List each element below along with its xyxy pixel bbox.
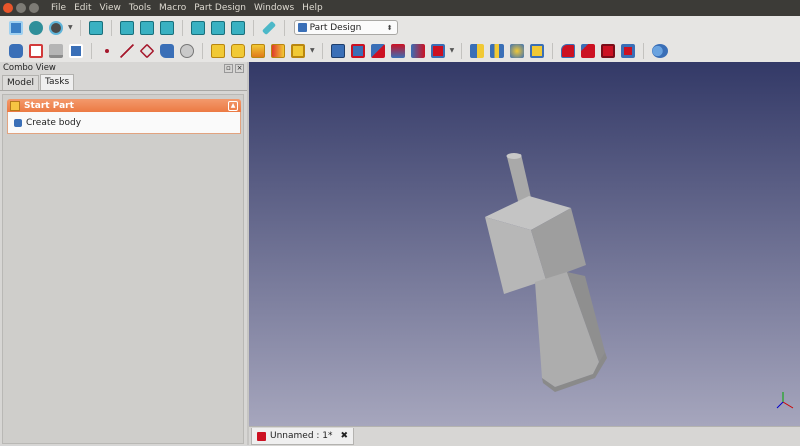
separator (91, 42, 92, 59)
create-body-link[interactable]: Create body (26, 118, 81, 128)
additive-pipe-icon[interactable] (271, 43, 285, 58)
close-icon[interactable]: ✖ (341, 431, 349, 441)
separator (283, 19, 285, 36)
mirrored-icon[interactable] (470, 43, 485, 58)
task-panel-title: Start Part (24, 100, 74, 111)
fit-all-icon[interactable] (9, 20, 23, 35)
menu-macro[interactable]: Macro (155, 0, 190, 16)
view-front-icon[interactable] (119, 20, 134, 35)
view-bottom-icon[interactable] (210, 20, 225, 35)
polar-pattern-icon[interactable] (510, 43, 525, 58)
combo-view-panel: Combo View ▫ × Model Tasks Start Part ▲ … (0, 62, 247, 445)
close-icon[interactable]: × (235, 63, 244, 73)
boolean-icon[interactable] (652, 43, 669, 58)
combo-view-title: Combo View (3, 63, 56, 73)
chamfer-icon[interactable] (581, 43, 596, 58)
menu-help[interactable]: Help (298, 0, 327, 16)
zoom-icon[interactable] (29, 20, 43, 35)
fillet-icon[interactable] (561, 43, 576, 58)
document-tab[interactable]: Unnamed : 1* ✖ (251, 428, 355, 445)
combo-view-titlebar: Combo View ▫ × (0, 62, 247, 74)
chevron-down-icon[interactable]: ▼ (310, 47, 315, 54)
separator (552, 42, 554, 59)
task-panel-body: Create body (7, 112, 241, 134)
chevron-up-icon[interactable]: ▲ (228, 101, 238, 111)
groove-icon[interactable] (370, 43, 385, 58)
updown-arrow-icon: ⬍ (386, 23, 393, 32)
window-close-button[interactable] (3, 3, 13, 13)
create-sketch-icon[interactable] (29, 43, 43, 58)
separator (643, 42, 645, 59)
shape-binder-icon[interactable] (160, 43, 174, 58)
hole-icon[interactable] (350, 43, 365, 58)
clone-icon[interactable] (180, 43, 194, 58)
task-panel-header[interactable]: Start Part ▲ (7, 99, 241, 112)
pocket-icon[interactable] (330, 43, 345, 58)
model-shaft-top (506, 153, 522, 159)
document-tab-label: Unnamed : 1* (270, 431, 333, 441)
window-minimize-button[interactable] (16, 3, 26, 13)
menu-part-design[interactable]: Part Design (190, 0, 250, 16)
chevron-down-icon[interactable]: ▼ (450, 47, 455, 54)
draft-icon[interactable] (601, 43, 616, 58)
menu-view[interactable]: View (96, 0, 125, 16)
workbench-selector[interactable]: Part Design ⬍ (293, 20, 398, 35)
view-right-icon[interactable] (159, 20, 174, 35)
subtractive-box-icon[interactable] (430, 43, 445, 58)
panel-controls: ▫ × (224, 63, 244, 73)
menu-edit[interactable]: Edit (70, 0, 95, 16)
menu-file[interactable]: File (47, 0, 70, 16)
view-left-icon[interactable] (230, 20, 245, 35)
separator (461, 42, 463, 59)
additive-box-icon[interactable] (291, 43, 305, 58)
body-icon (14, 118, 22, 127)
linear-pattern-icon[interactable] (490, 43, 505, 58)
thickness-icon[interactable] (621, 43, 636, 58)
menu-tools[interactable]: Tools (125, 0, 155, 16)
create-body-icon[interactable] (9, 43, 23, 58)
combo-tabs: Model Tasks (0, 74, 247, 91)
datum-line-icon[interactable] (120, 43, 134, 58)
separator (252, 19, 254, 36)
additive-loft-icon[interactable] (251, 43, 265, 58)
subtractive-loft-icon[interactable] (390, 43, 405, 58)
menubar: File Edit View Tools Macro Part Design W… (0, 0, 800, 16)
view-toolbar: ▼ Part Design ⬍ (0, 16, 800, 40)
draw-style-icon[interactable] (49, 20, 63, 35)
tab-model[interactable]: Model (2, 75, 40, 90)
axis-cross-icon (776, 392, 794, 409)
separator (321, 42, 323, 59)
datum-point-icon[interactable] (100, 44, 114, 58)
task-area: Start Part ▲ Create body (2, 94, 244, 444)
measure-icon[interactable] (261, 20, 276, 35)
separator (110, 19, 112, 36)
map-sketch-icon[interactable] (69, 43, 83, 58)
revolution-icon[interactable] (231, 43, 245, 58)
part-design-icon (297, 23, 307, 32)
freecad-document-icon (257, 431, 266, 441)
pad-icon[interactable] (211, 43, 225, 58)
multi-transform-icon[interactable] (530, 43, 545, 58)
menu-windows[interactable]: Windows (250, 0, 298, 16)
separator (202, 42, 203, 59)
view-isometric-icon[interactable] (88, 20, 103, 35)
datum-plane-icon[interactable] (139, 43, 155, 58)
tab-tasks[interactable]: Tasks (40, 74, 75, 90)
menu-list: File Edit View Tools Macro Part Design W… (47, 0, 327, 16)
window-maximize-button[interactable] (29, 3, 39, 13)
separator (79, 19, 81, 36)
3d-model (485, 153, 794, 409)
float-panel-icon[interactable]: ▫ (224, 63, 233, 73)
3d-viewport[interactable] (249, 62, 800, 426)
chevron-down-icon[interactable]: ▼ (68, 24, 73, 31)
view-top-icon[interactable] (139, 20, 154, 35)
part-design-toolbar: ▼ ▼ (0, 39, 800, 62)
validate-sketch-icon[interactable] (49, 43, 63, 58)
subtractive-pipe-icon[interactable] (410, 43, 425, 58)
workbench-label: Part Design (309, 22, 362, 33)
document-tab-bar: Unnamed : 1* ✖ (249, 426, 800, 446)
separator (181, 19, 183, 36)
part-icon (10, 100, 20, 111)
view-rear-icon[interactable] (190, 20, 205, 35)
